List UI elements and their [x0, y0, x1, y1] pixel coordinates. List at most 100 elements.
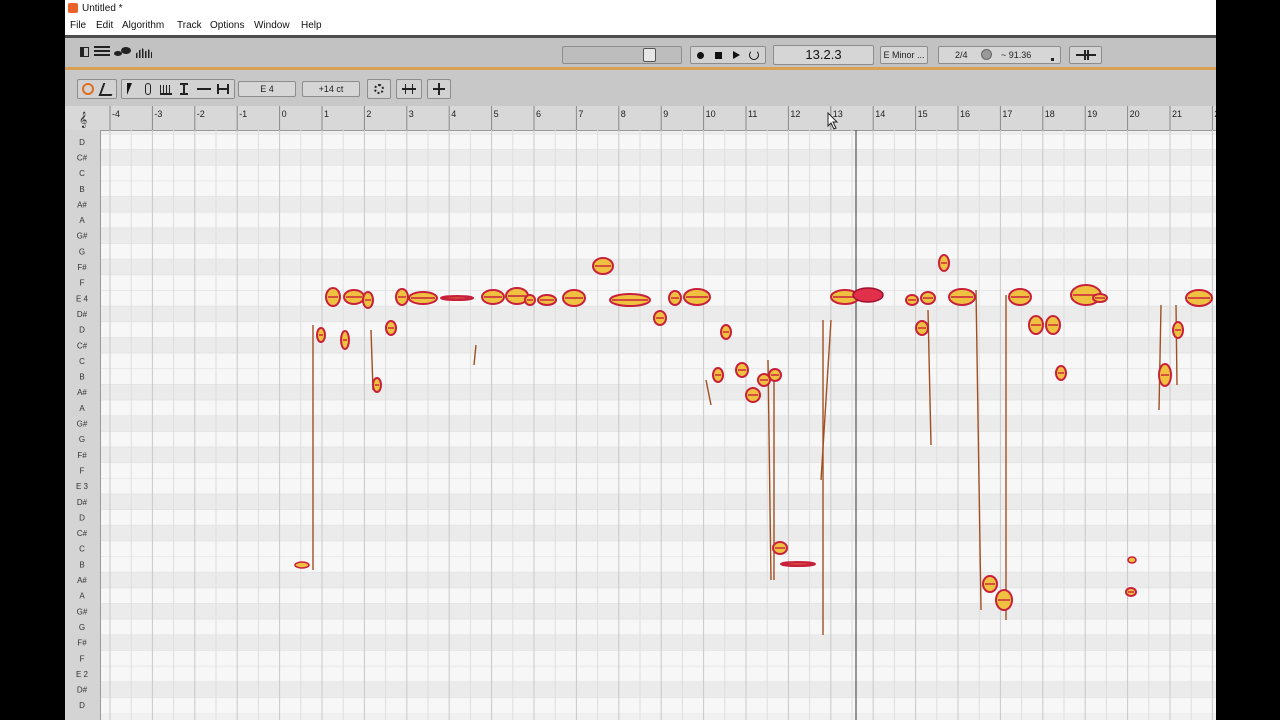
snap-button[interactable]: [367, 79, 391, 99]
ruler-label: 12: [790, 109, 800, 119]
ruler-label: 9: [663, 109, 668, 119]
view-buttons: [77, 44, 157, 62]
tempo-dropdown-icon[interactable]: [1051, 58, 1054, 61]
pitch-row: [101, 259, 1216, 275]
main-toolbar: 13.2.3 E Minor ... 2/4 ~ 91.36: [65, 35, 1216, 67]
pitch-row: [101, 509, 1216, 526]
pitch-row: [101, 587, 1216, 604]
pitch-row: [101, 243, 1216, 260]
app-window: Untitled * File Edit Algorithm Track Opt…: [65, 0, 1216, 720]
ruler-label: 7: [578, 109, 583, 119]
menu-options[interactable]: Options: [210, 20, 244, 31]
ruler-label: 15: [918, 109, 928, 119]
pitch-row: [101, 165, 1216, 181]
link-tools: [77, 79, 117, 99]
ruler-label: 17: [1002, 109, 1012, 119]
metronome-icon[interactable]: [981, 49, 992, 60]
note-label: D: [79, 326, 85, 335]
slider-handle[interactable]: [643, 48, 656, 62]
note-label: G: [79, 435, 85, 444]
pitch-row: [101, 353, 1216, 369]
stretch-tool-icon[interactable]: [217, 84, 229, 94]
position-display: 13.2.3: [773, 45, 874, 65]
ruler-label: 20: [1130, 109, 1140, 119]
time-tool-icon[interactable]: [180, 83, 188, 95]
note-label: C#: [77, 341, 88, 350]
pitch-row: [101, 650, 1216, 667]
arrow-tool-icon[interactable]: [127, 83, 137, 95]
note-blob[interactable]: [294, 561, 310, 569]
pitch-row: [101, 196, 1216, 213]
formant-tool-icon[interactable]: [197, 88, 211, 90]
tempo-sync-button[interactable]: [1069, 46, 1102, 64]
separation-button[interactable]: [427, 79, 451, 99]
ruler-label: 11: [748, 109, 757, 119]
menu-help[interactable]: Help: [301, 20, 322, 31]
edit-toolbar: E 4 +14 ct: [65, 70, 1216, 106]
title-bar: Untitled *: [65, 0, 1216, 18]
tracks-icon[interactable]: [94, 46, 110, 58]
pitch-row: [101, 384, 1216, 401]
selected-note-blob[interactable]: [852, 287, 884, 303]
tempo-panel: 2/4 ~ 91.36: [938, 46, 1061, 64]
ruler-label: 2: [1214, 109, 1216, 119]
cents-field[interactable]: +14 ct: [302, 81, 360, 97]
note-label: F#: [77, 451, 87, 460]
ruler-label: -4: [112, 109, 120, 119]
pitch-row: [101, 619, 1216, 635]
play-icon[interactable]: [733, 51, 740, 59]
waveform-icon[interactable]: [136, 48, 152, 58]
note-label: C: [79, 169, 85, 178]
menu-window[interactable]: Window: [254, 20, 290, 31]
menu-track[interactable]: Track: [177, 20, 202, 31]
pitch-field[interactable]: E 4: [238, 81, 296, 97]
menu-file[interactable]: File: [70, 20, 86, 31]
note-label: F#: [77, 263, 87, 272]
note-label: F: [80, 654, 85, 663]
note-label: C: [79, 357, 85, 366]
bar-ruler[interactable]: -4 -3 -2 -1 0 1 2 3 4 5 6 7 8 9 10 11 12 13 14 15 16 17 18 19 20…: [65, 106, 1216, 131]
curve-icon[interactable]: [98, 83, 117, 96]
position-slider[interactable]: [562, 46, 682, 64]
clef-icon[interactable]: 𝄞: [79, 111, 87, 128]
pitch-row: [101, 149, 1216, 166]
tool-group: [121, 79, 235, 99]
amplitude-tool-icon[interactable]: [160, 85, 172, 95]
time-signature[interactable]: 2/4: [955, 47, 968, 63]
ruler-label: 2: [366, 109, 371, 119]
pitch-row: [101, 290, 1216, 307]
key-selector[interactable]: E Minor ...: [880, 46, 928, 64]
app-icon: [68, 3, 78, 13]
record-icon[interactable]: [697, 52, 704, 59]
pitch-row: [101, 556, 1216, 573]
pitch-row: [101, 415, 1216, 432]
loop-icon[interactable]: [749, 50, 759, 60]
note-blob[interactable]: [1127, 556, 1137, 564]
blobs-icon[interactable]: [114, 47, 132, 57]
menu-algorithm[interactable]: Algorithm: [122, 20, 164, 31]
link-icon[interactable]: [82, 83, 94, 95]
pitch-row: [101, 493, 1216, 510]
pitch-row: [101, 447, 1216, 463]
layout-icon[interactable]: [80, 47, 89, 57]
stop-icon[interactable]: [715, 52, 722, 59]
pitch-row: [101, 227, 1216, 244]
note-label: E 3: [76, 482, 89, 491]
pitch-row: [101, 180, 1216, 197]
note-editor-grid[interactable]: [101, 130, 1216, 720]
quantize-button[interactable]: [396, 79, 422, 99]
pitch-row: [101, 400, 1216, 416]
pitch-row: [101, 540, 1216, 557]
pitch-row: [101, 462, 1216, 479]
ruler-label: 0: [282, 109, 287, 119]
pitch-ruler[interactable]: D C# C B A# A G# G F# F E 4 D# D C# C B A# A G# G F# F E 3 D# D C…: [65, 130, 101, 720]
pitch-tool-icon[interactable]: [145, 83, 151, 95]
ruler-label: 21: [1172, 109, 1182, 119]
menu-edit[interactable]: Edit: [96, 20, 113, 31]
note-label: A#: [77, 200, 87, 209]
tempo-value[interactable]: ~ 91.36: [1001, 47, 1031, 63]
note-label: F#: [77, 639, 87, 648]
note-label: A: [79, 216, 85, 225]
pitch-row: [101, 431, 1216, 447]
pitch-row: [101, 478, 1216, 494]
